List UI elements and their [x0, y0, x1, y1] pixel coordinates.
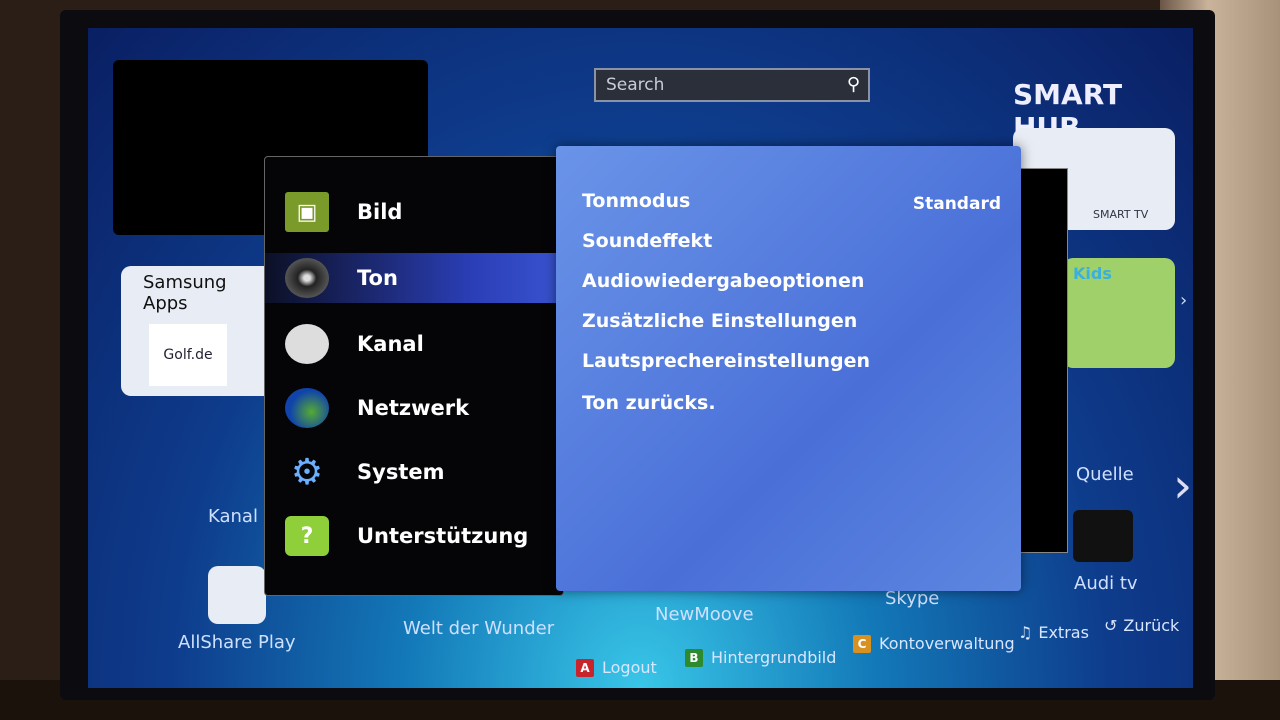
menu-item-label: Unterstützung: [357, 524, 529, 548]
satellite-dish-icon: [285, 324, 329, 364]
menu-item-kanal[interactable]: Kanal: [285, 319, 424, 369]
menu-backdrop: [1018, 168, 1068, 553]
smart-hub-screen: Search⚲ SMART HUB Samsung Apps Golf.de K…: [88, 28, 1193, 688]
footer-extras[interactable]: ♫ Extras: [1018, 623, 1089, 642]
next-page-icon[interactable]: ›: [1173, 458, 1192, 514]
submenu-lautsprecher[interactable]: Lautsprechereinstellungen: [582, 350, 870, 372]
audi-tv-label[interactable]: Audi tv: [1074, 573, 1138, 594]
quelle-label[interactable]: Quelle: [1076, 464, 1134, 485]
smart-tv-label: SMART TV: [1093, 208, 1149, 221]
picture-icon: ▣: [285, 192, 329, 232]
search-placeholder: Search: [606, 75, 665, 95]
skype-label[interactable]: Skype: [885, 588, 939, 609]
menu-item-label: Netzwerk: [357, 396, 470, 420]
allshare-icon[interactable]: [208, 566, 266, 624]
submenu-zusaetzliche[interactable]: Zusätzliche Einstellungen: [582, 310, 857, 332]
menu-item-unterstuetzung[interactable]: ? Unterstützung: [285, 511, 528, 561]
extras-icon: ♫: [1018, 623, 1033, 642]
menu-item-netzwerk[interactable]: Netzwerk: [285, 383, 469, 433]
samsung-apps-label: Samsung Apps: [143, 272, 227, 314]
submenu-tonmodus[interactable]: Tonmodus: [582, 190, 690, 212]
back-label: Zurück: [1123, 616, 1180, 635]
red-key-icon: A: [576, 658, 594, 677]
search-input[interactable]: Search ⚲: [594, 68, 870, 102]
logout-label: Logout: [602, 658, 657, 677]
kids-label: Kids: [1073, 264, 1112, 283]
newmoove-label[interactable]: NewMoove: [655, 604, 754, 625]
footer-zurueck[interactable]: ↺ Zurück: [1104, 616, 1179, 635]
footer-kontoverwaltung[interactable]: C Kontoverwaltung: [853, 634, 1015, 653]
menu-item-bild[interactable]: ▣ Bild: [285, 187, 402, 237]
kids-tile[interactable]: Kids: [1063, 258, 1175, 368]
globe-icon: [285, 388, 329, 428]
submenu-audiowiedergabe[interactable]: Audiowiedergabeoptionen: [582, 270, 864, 292]
gear-icon: ⚙: [290, 451, 324, 493]
menu-item-label: Bild: [357, 200, 403, 224]
chevron-right-icon[interactable]: ›: [1180, 290, 1187, 311]
golf-app[interactable]: Golf.de: [149, 324, 227, 386]
menu-item-system[interactable]: ⚙ System: [285, 447, 445, 497]
search-icon[interactable]: ⚲: [847, 74, 860, 95]
hintergrundbild-label: Hintergrundbild: [711, 648, 837, 667]
footer-logout[interactable]: A Logout: [576, 658, 657, 677]
menu-item-label: Ton: [357, 266, 398, 290]
settings-menu: ▣ Bild Ton Kanal Netzwerk ⚙ System ? Unters…: [264, 156, 565, 596]
kontoverwaltung-label: Kontoverwaltung: [879, 634, 1015, 653]
submenu-ton-zuruecksetzen[interactable]: Ton zurücks.: [582, 392, 716, 414]
menu-item-label: System: [357, 460, 445, 484]
samsung-apps-tile[interactable]: Samsung Apps Golf.de: [121, 266, 281, 396]
yellow-key-icon: C: [853, 634, 871, 653]
green-key-icon: B: [685, 648, 703, 667]
menu-item-label: Kanal: [357, 332, 424, 356]
help-bubble-icon: ?: [285, 516, 329, 556]
tonmodus-value: Standard: [912, 194, 1001, 214]
audi-tv-icon[interactable]: [1073, 510, 1133, 562]
welt-label[interactable]: Welt der Wunder: [403, 618, 554, 639]
sound-submenu: Tonmodus Standard Soundeffekt Audiowiede…: [556, 146, 1021, 591]
extras-label: Extras: [1038, 623, 1089, 642]
menu-item-ton[interactable]: Ton: [265, 253, 565, 303]
footer-hintergrundbild[interactable]: B Hintergrundbild: [685, 648, 836, 667]
speaker-icon: [285, 258, 329, 298]
submenu-soundeffekt[interactable]: Soundeffekt: [582, 230, 712, 252]
back-icon: ↺: [1104, 616, 1118, 635]
kanal-app-label[interactable]: Kanal: [208, 506, 258, 527]
allshare-label[interactable]: AllShare Play: [178, 632, 296, 653]
